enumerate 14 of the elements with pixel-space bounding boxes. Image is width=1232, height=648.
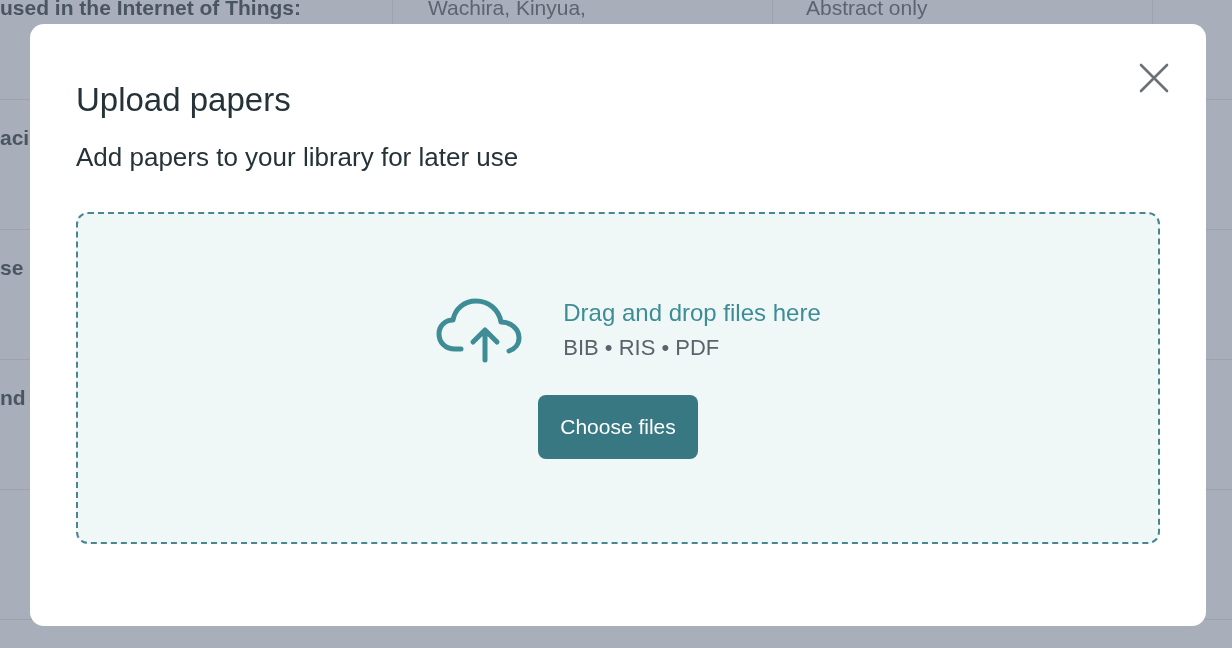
table-cell: nd <box>0 386 26 409</box>
dialog-title: Upload papers <box>76 80 292 120</box>
cloud-upload-icon <box>435 297 524 363</box>
dialog-subtitle: Add papers to your library for later use <box>76 141 520 174</box>
table-cell: Wachira, Kinyua, <box>428 0 586 19</box>
close-icon[interactable] <box>1139 63 1169 93</box>
drop-heading: Drag and drop files here <box>563 299 821 327</box>
choose-files-button[interactable]: Choose files <box>538 395 698 459</box>
table-cell: used in the Internet of Things: <box>0 0 301 19</box>
drop-zone[interactable]: Drag and drop files here BIB • RIS • PDF Choose files <box>76 212 1160 544</box>
file-formats: BIB • RIS • PDF <box>563 335 721 361</box>
table-cell: Abstract only <box>806 0 928 19</box>
table-cell: aci <box>0 126 30 149</box>
table-cell: se <box>0 256 24 279</box>
